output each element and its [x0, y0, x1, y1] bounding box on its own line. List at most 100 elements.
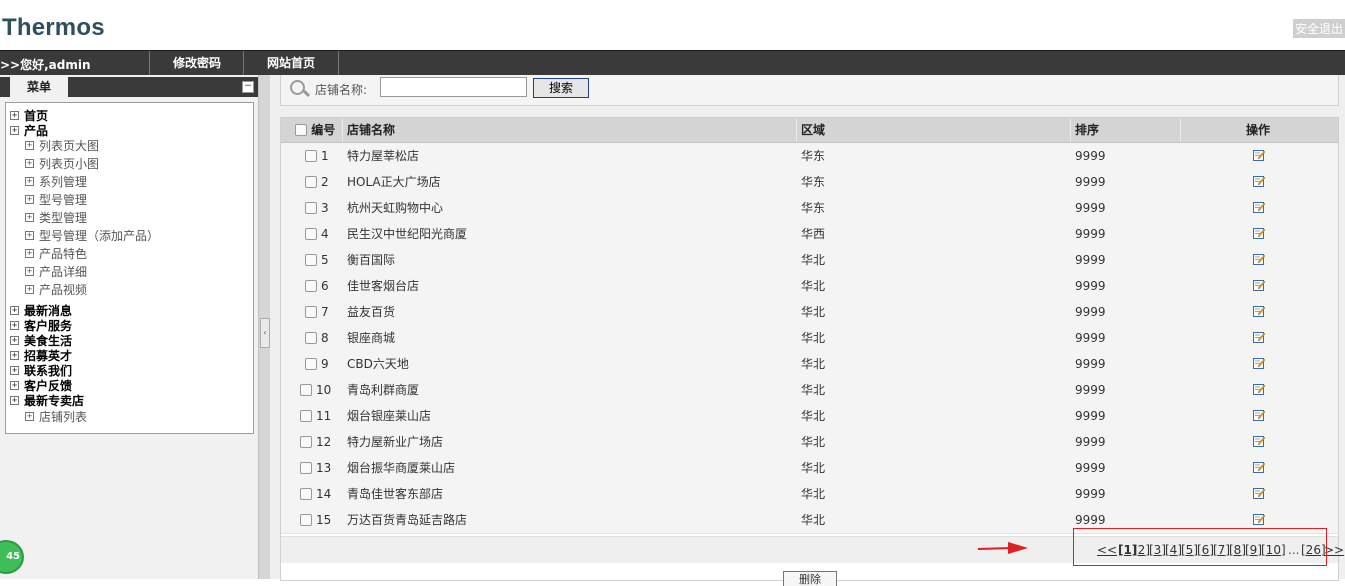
edit-icon[interactable]: [1253, 435, 1265, 447]
row-id: 10: [316, 383, 332, 397]
table-row[interactable]: 14 青岛佳世客东部店 华北 9999: [281, 481, 1338, 508]
row-checkbox[interactable]: [305, 331, 317, 344]
expand-icon[interactable]: +: [25, 267, 34, 276]
sidebar-item[interactable]: + 产品特色: [25, 247, 87, 262]
sidebar-item-label: 最新专卖店: [24, 394, 85, 408]
sidebar-item[interactable]: + 美食生活: [10, 334, 72, 349]
sidebar-item[interactable]: + 联系我们: [10, 364, 72, 379]
row-checkbox[interactable]: [305, 305, 317, 318]
table-row[interactable]: 4 民生汉中世纪阳光商厦 华西 9999: [281, 221, 1338, 248]
expand-icon[interactable]: +: [10, 351, 19, 360]
sidebar-item[interactable]: + 招募英才: [10, 349, 72, 364]
sidebar-item[interactable]: + 产品: [10, 124, 48, 139]
select-all-checkbox[interactable]: [295, 123, 307, 136]
row-store-name: 烟台银座莱山店: [347, 409, 432, 423]
table-row[interactable]: 6 佳世客烟台店 华北 9999: [281, 273, 1338, 300]
expand-icon[interactable]: +: [25, 213, 34, 222]
sidebar-item[interactable]: + 系列管理: [25, 175, 87, 190]
edit-icon[interactable]: [1253, 383, 1265, 395]
edit-icon[interactable]: [1253, 175, 1265, 187]
expand-icon[interactable]: +: [10, 306, 19, 315]
row-checkbox[interactable]: [305, 175, 317, 188]
row-sort: 9999: [1075, 331, 1106, 345]
edit-icon[interactable]: [1253, 227, 1265, 239]
edit-icon[interactable]: [1253, 201, 1265, 213]
table-row[interactable]: 8 银座商城 华北 9999: [281, 325, 1338, 352]
collapse-left-icon[interactable]: ‹: [260, 318, 270, 348]
expand-icon[interactable]: +: [10, 321, 19, 330]
menu-tab[interactable]: 菜单: [10, 77, 68, 97]
search-label: 店铺名称:: [315, 83, 368, 97]
edit-icon[interactable]: [1253, 253, 1265, 265]
table-row[interactable]: 10 青岛利群商厦 华北 9999: [281, 377, 1338, 404]
expand-icon[interactable]: +: [25, 177, 34, 186]
expand-icon[interactable]: +: [10, 366, 19, 375]
row-store-name: 烟台振华商厦莱山店: [347, 461, 456, 475]
expand-icon[interactable]: +: [10, 396, 19, 405]
expand-icon[interactable]: +: [10, 381, 19, 390]
row-checkbox[interactable]: [305, 201, 317, 214]
edit-icon[interactable]: [1253, 279, 1265, 291]
logout-button[interactable]: 安全退出: [1292, 19, 1345, 38]
row-checkbox[interactable]: [305, 227, 317, 240]
table-row[interactable]: 9 CBD六天地 华北 9999: [281, 351, 1338, 378]
expand-icon[interactable]: +: [25, 412, 34, 421]
expand-icon[interactable]: +: [10, 126, 19, 135]
expand-icon[interactable]: +: [25, 195, 34, 204]
sidebar-item[interactable]: + 类型管理: [25, 211, 87, 226]
pagination-next-link[interactable]: >>: [1324, 543, 1344, 557]
row-id-cell: 14: [300, 481, 331, 507]
sidebar-item[interactable]: + 首页: [10, 109, 48, 124]
edit-icon[interactable]: [1253, 331, 1265, 343]
table-row[interactable]: 2 HOLA正大广场店 华东 9999: [281, 169, 1338, 196]
minus-box-icon[interactable]: −: [242, 81, 254, 93]
row-checkbox[interactable]: [305, 149, 317, 162]
sidebar-item[interactable]: + 客户反馈: [10, 379, 72, 394]
edit-icon[interactable]: [1253, 513, 1265, 525]
table-row[interactable]: 12 特力屋新业广场店 华北 9999: [281, 429, 1338, 456]
table-row[interactable]: 7 益友百货 华北 9999: [281, 299, 1338, 326]
sidebar-item[interactable]: + 列表页小图: [25, 157, 99, 172]
sidebar-item[interactable]: + 产品详细: [25, 265, 87, 280]
row-checkbox[interactable]: [305, 357, 317, 370]
expand-icon[interactable]: +: [10, 111, 19, 120]
sidebar-item[interactable]: + 产品视频: [25, 283, 87, 298]
sidebar-item[interactable]: + 店铺列表: [25, 410, 87, 425]
row-checkbox[interactable]: [300, 383, 312, 396]
expand-icon[interactable]: +: [25, 141, 34, 150]
change-password-link[interactable]: 修改密码: [149, 51, 244, 76]
row-checkbox[interactable]: [300, 487, 312, 500]
row-checkbox[interactable]: [305, 279, 317, 292]
table-row[interactable]: 3 杭州天虹购物中心 华东 9999: [281, 195, 1338, 222]
expand-icon[interactable]: +: [25, 249, 34, 258]
sidebar-item[interactable]: + 客户服务: [10, 319, 72, 334]
edit-icon[interactable]: [1253, 305, 1265, 317]
edit-icon[interactable]: [1253, 357, 1265, 369]
sidebar-splitter[interactable]: ‹: [258, 75, 270, 579]
table-row[interactable]: 1 特力屋莘松店 华东 9999: [281, 143, 1338, 170]
edit-icon[interactable]: [1253, 409, 1265, 421]
sidebar-item[interactable]: + 列表页大图: [25, 139, 99, 154]
expand-icon[interactable]: +: [25, 285, 34, 294]
sidebar-item[interactable]: + 型号管理（添加产品）: [25, 229, 159, 244]
expand-icon[interactable]: +: [25, 159, 34, 168]
expand-icon[interactable]: +: [10, 336, 19, 345]
store-name-input[interactable]: [380, 77, 527, 97]
sidebar-item[interactable]: + 最新消息: [10, 304, 72, 319]
sidebar-item[interactable]: + 最新专卖店: [10, 394, 84, 409]
row-checkbox[interactable]: [300, 435, 312, 448]
table-row[interactable]: 5 衡百国际 华北 9999: [281, 247, 1338, 274]
table-row[interactable]: 13 烟台振华商厦莱山店 华北 9999: [281, 455, 1338, 482]
edit-icon[interactable]: [1253, 487, 1265, 499]
row-checkbox[interactable]: [305, 253, 317, 266]
search-button[interactable]: 搜索: [533, 78, 589, 98]
row-checkbox[interactable]: [300, 513, 312, 526]
row-checkbox[interactable]: [300, 461, 312, 474]
row-checkbox[interactable]: [300, 409, 312, 422]
sidebar-item[interactable]: + 型号管理: [25, 193, 87, 208]
site-home-link[interactable]: 网站首页: [243, 51, 339, 76]
expand-icon[interactable]: +: [25, 231, 34, 240]
table-row[interactable]: 11 烟台银座莱山店 华北 9999: [281, 403, 1338, 430]
edit-icon[interactable]: [1253, 461, 1265, 473]
edit-icon[interactable]: [1253, 149, 1265, 161]
